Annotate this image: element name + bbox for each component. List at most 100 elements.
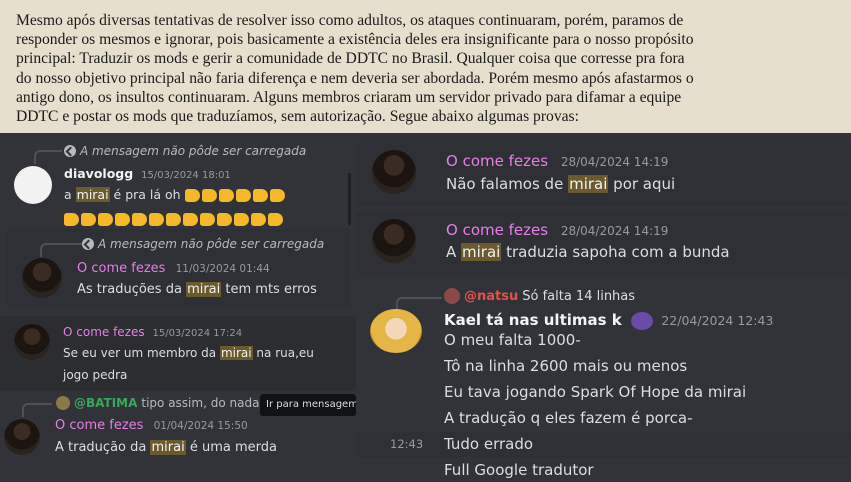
- message-text: Full Google tradutor: [444, 461, 594, 479]
- author-name[interactable]: O come fezes: [55, 418, 143, 433]
- message-header: O come fezes 15/03/2024 17:24: [63, 325, 242, 339]
- text-part: Se eu ver um membro da: [63, 346, 220, 360]
- timestamp: 15/03/2024 18:01: [141, 170, 231, 181]
- avatar[interactable]: [372, 150, 416, 194]
- message-text: Tô na linha 2600 mais ou menos: [444, 357, 688, 375]
- pointing-hand-icon: [115, 213, 130, 226]
- left-chat-screenshot: A mensagem não pôde ser carregada diavol…: [0, 133, 356, 482]
- message-text: Se eu ver um membro da mirai na rua,eu: [63, 346, 314, 360]
- reply-avatar: [444, 288, 460, 304]
- reply-text: A mensagem não pôde ser carregada: [98, 237, 325, 251]
- message-header: diavologg 15/03/2024 18:01: [64, 166, 231, 181]
- hovered-line: [356, 432, 851, 458]
- reply-text: tipo assim, do nada,: [141, 396, 264, 410]
- avatar[interactable]: [4, 419, 40, 455]
- text-part: As traduções da: [77, 282, 187, 297]
- pointing-hand-icon: [183, 213, 198, 226]
- message-text: O meu falta 1000-: [444, 331, 581, 349]
- message-header: Kael tá nas ultimas k 22/04/2024 12:43: [444, 311, 773, 330]
- paragraph-line: Mesmo após diversas tentativas de resolv…: [16, 12, 684, 29]
- message-header: O come fezes 28/04/2024 14:19: [446, 221, 668, 239]
- author-name[interactable]: O come fezes: [63, 325, 145, 339]
- pointing-hand-icon: [234, 213, 249, 226]
- text-part: traduzia sapoha com a bunda: [501, 243, 730, 261]
- message-text: A tradução q eles fazem é porca-: [444, 409, 693, 427]
- text-part: por aqui: [608, 175, 676, 193]
- highlight: mirai: [568, 175, 609, 193]
- author-name[interactable]: Kael tá nas ultimas k: [444, 311, 622, 329]
- message-text: A mirai traduzia sapoha com a bunda: [446, 243, 730, 261]
- scrollbar[interactable]: [348, 173, 351, 225]
- message-header: O come fezes 01/04/2024 15:50: [55, 418, 248, 433]
- author-name[interactable]: O come fezes: [446, 152, 548, 170]
- pointing-hand-icon: [252, 189, 268, 202]
- highlight: mirai: [75, 187, 110, 202]
- author-name[interactable]: O come fezes: [446, 221, 548, 239]
- author-name[interactable]: O come fezes: [77, 261, 165, 276]
- highlight: mirai: [186, 282, 222, 297]
- reply-text: A mensagem não pôde ser carregada: [80, 144, 307, 158]
- message-header: O come fezes 28/04/2024 14:19: [446, 152, 668, 170]
- text-part: é pra lá oh: [109, 187, 181, 202]
- tooltip: Ir para mensagem: [260, 394, 356, 416]
- message-text: A tradução da mirai é uma merda: [55, 440, 277, 455]
- timestamp: 28/04/2024 14:19: [560, 224, 669, 238]
- message-text-line2: jogo pedra: [63, 368, 128, 382]
- reply-user[interactable]: @BATIMA: [74, 396, 137, 410]
- timestamp: 11/03/2024 01:44: [175, 263, 270, 275]
- timestamp: 22/04/2024 12:43: [661, 313, 774, 328]
- paragraph-line: do nosso objetivo principal não faria di…: [16, 69, 694, 87]
- author-name[interactable]: diavologg: [64, 166, 133, 181]
- text-part: na rua,eu: [252, 346, 314, 360]
- text-part: Não falamos de: [446, 175, 569, 193]
- avatar[interactable]: [14, 166, 52, 204]
- reply-text: Só falta 14 linhas: [522, 288, 636, 304]
- text-part: a: [64, 187, 76, 202]
- reply-preview[interactable]: A mensagem não pôde ser carregada: [82, 237, 324, 251]
- hover-timestamp: 12:43: [390, 437, 424, 451]
- right-chat-screenshot: O come fezes 28/04/2024 14:19 Não falamo…: [356, 133, 851, 482]
- paragraph-line: responder os mesmos e ignorar, pois basi…: [16, 31, 694, 49]
- pointing-hand-icon: [64, 213, 79, 226]
- reply-icon: [82, 238, 94, 250]
- pointing-hand-icon: [149, 213, 164, 226]
- pointing-hand-icon: [218, 189, 234, 202]
- timestamp: 15/03/2024 17:24: [152, 328, 243, 339]
- pointing-hand-icon: [184, 189, 200, 202]
- paragraph-line: principal: Traduzir os mods e gerir a co…: [16, 50, 685, 68]
- pointing-hand-icon: [81, 213, 96, 226]
- highlight: mirai: [219, 346, 253, 360]
- pointing-hand-icon: [200, 213, 215, 226]
- avatar[interactable]: [372, 219, 416, 263]
- pointing-hand-icon: [132, 213, 147, 226]
- pointing-hand-icon: [201, 189, 217, 202]
- message-text: As traduções da mirai tem mts erros: [77, 282, 317, 297]
- reply-connector: [34, 150, 62, 164]
- timestamp: 28/04/2024 14:19: [560, 155, 669, 169]
- pointing-hand-icon: [251, 213, 266, 226]
- timestamp: 01/04/2024 15:50: [153, 420, 248, 432]
- text-part: A tradução da: [55, 440, 151, 455]
- reply-preview[interactable]: @natsu Só falta 14 linhas: [444, 288, 635, 304]
- paragraph-line: antigo dono, os insultos continuaram. Al…: [16, 88, 682, 106]
- character-emoji-icon: [630, 311, 653, 330]
- message-text: a mirai é pra lá oh: [64, 187, 287, 202]
- pointing-hand-icon: [98, 213, 113, 226]
- highlight: mirai: [461, 243, 502, 261]
- message-text: Eu tava jogando Spark Of Hope da mirai: [444, 383, 747, 401]
- reply-connector: [22, 403, 52, 417]
- reply-preview[interactable]: A mensagem não pôde ser carregada: [64, 144, 306, 158]
- reply-avatar: [56, 396, 70, 410]
- emoji-row: [64, 209, 285, 228]
- pointing-hand-icon: [235, 189, 251, 202]
- message-text: Tudo errado: [444, 435, 534, 453]
- message-header: O come fezes 11/03/2024 01:44: [77, 261, 270, 276]
- intro-paragraph: Mesmo após diversas tentativas de resolv…: [0, 0, 851, 133]
- avatar[interactable]: [22, 258, 62, 298]
- avatar[interactable]: [370, 309, 422, 353]
- reply-preview[interactable]: @BATIMA tipo assim, do nada,: [56, 396, 263, 410]
- message-text: Não falamos de mirai por aqui: [446, 175, 675, 193]
- avatar[interactable]: [14, 324, 50, 360]
- reply-user[interactable]: @natsu: [464, 289, 518, 304]
- reply-icon: [64, 145, 76, 157]
